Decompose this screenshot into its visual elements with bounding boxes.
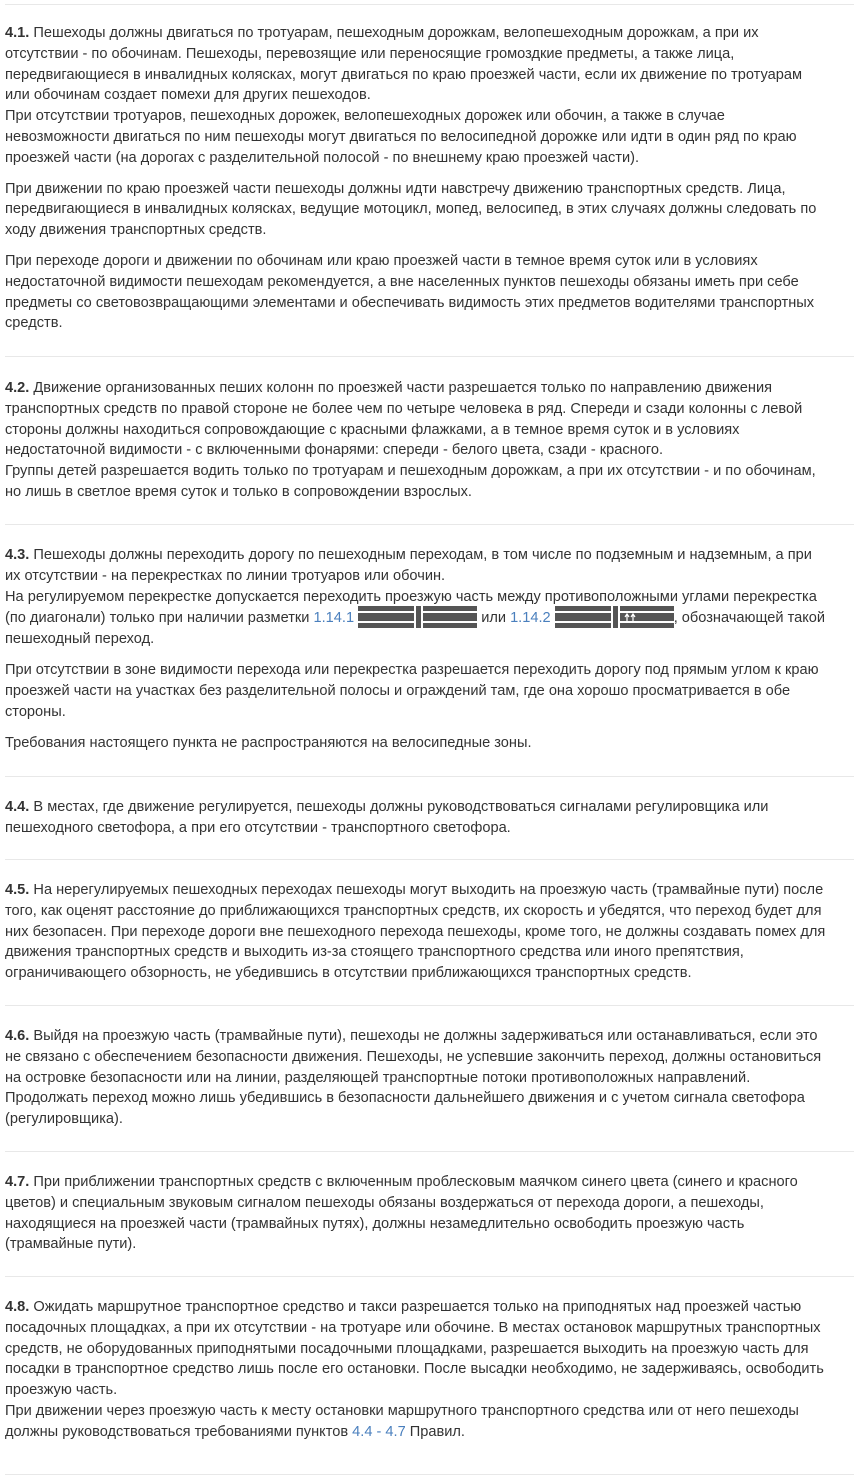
- line: проезжей части на участках без разделите…: [5, 682, 791, 699]
- line: пешеходный переход.: [5, 631, 155, 648]
- road-marking-1-14-2-image: [554, 606, 674, 629]
- line: на островке безопасности или на линии, р…: [5, 1069, 751, 1086]
- line: движения транспортных средств и выходить…: [5, 944, 744, 961]
- line: того, как оценят расстояние до приближаю…: [5, 902, 822, 919]
- line: посадки в транспортное средство лишь пос…: [5, 1361, 824, 1378]
- line: При отсутствии тротуаров, пешеходных дор…: [5, 108, 725, 125]
- section-4-7: 4.7. При приближении транспортных средст…: [5, 1172, 854, 1277]
- section-number: 4.2.: [5, 380, 30, 396]
- line: но лишь в светлое время суток и только в…: [5, 483, 472, 500]
- line: стороны.: [5, 703, 66, 720]
- marking-link-1-14-2[interactable]: 1.14.2: [510, 610, 551, 626]
- section-4-1: 4.1. Пешеходы должны двигаться по тротуа…: [5, 23, 854, 357]
- section-number: 4.8.: [5, 1299, 30, 1315]
- line: их отсутствии - на перекрестках по линии…: [5, 567, 446, 584]
- section-4-8: 4.8. Ожидать маршрутное транспортное сре…: [5, 1297, 854, 1475]
- line: не связано с обеспечением безопасности д…: [5, 1048, 822, 1065]
- paragraph: 4.6. Выйдя на проезжую часть (трамвайные…: [5, 1028, 818, 1044]
- line: проезжую часть.: [5, 1382, 118, 1399]
- line: невозможности двигаться по ним пешеходы …: [5, 128, 797, 145]
- section-4-4: 4.4. В местах, где движение регулируется…: [5, 797, 854, 860]
- line: (регулировщика).: [5, 1111, 123, 1128]
- line: них безопасен. При переходе дороги вне п…: [5, 923, 826, 940]
- top-divider: [5, 4, 854, 5]
- line: пешеходного светофора, а при его отсутст…: [5, 819, 511, 836]
- line: Требования настоящего пункта не распрост…: [5, 734, 532, 751]
- section-number: 4.7.: [5, 1174, 30, 1190]
- section-number: 4.1.: [5, 25, 30, 41]
- section-4-2: 4.2. Движение организованных пеших колон…: [5, 378, 854, 525]
- line: средств.: [5, 315, 63, 332]
- line: недостаточной видимости пешеходам рекоме…: [5, 273, 799, 290]
- line: Группы детей разрешается водить только п…: [5, 463, 816, 480]
- line: предметы со световозвращающими элементам…: [5, 294, 815, 311]
- section-number: 4.5.: [5, 882, 30, 898]
- paragraph: 4.5. На нерегулируемых пешеходных перехо…: [5, 882, 824, 898]
- section-number: 4.3.: [5, 547, 30, 563]
- line: или обочинам создает помехи для других п…: [5, 87, 371, 104]
- line: передвигающиеся в инвалидных колясках, м…: [5, 66, 803, 83]
- line: недостаточной видимости - с включенными …: [5, 442, 664, 459]
- paragraph: 4.1. Пешеходы должны двигаться по тротуа…: [5, 25, 759, 41]
- line: При отсутствии в зоне видимости перехода…: [5, 662, 819, 679]
- paragraph: 4.3. Пешеходы должны переходить дорогу п…: [5, 547, 812, 563]
- line: цветов) и специальным звуковым сигналом …: [5, 1194, 764, 1211]
- line: средств, не оборудованных приподнятыми п…: [5, 1340, 809, 1357]
- line: передвигающиеся в инвалидных колясках, в…: [5, 201, 817, 218]
- line: проезжей части (на дорогах с разделитель…: [5, 149, 640, 166]
- paragraph: 4.2. Движение организованных пеших колон…: [5, 380, 772, 396]
- line: ходу движения транспортных средств.: [5, 222, 267, 239]
- line: ограничивающего обзорность, не убедившис…: [5, 965, 692, 982]
- line: При переходе дороги и движении по обочин…: [5, 252, 758, 269]
- link-line: должны руководствоваться требованиями пу…: [5, 1423, 465, 1440]
- section-number: 4.4.: [5, 799, 30, 815]
- line: На регулируемом перекрестке допускается …: [5, 588, 817, 605]
- section-4-6: 4.6. Выйдя на проезжую часть (трамвайные…: [5, 1026, 854, 1152]
- marking-line: (по диагонали) только при наличии размет…: [5, 606, 854, 629]
- line: находящиеся на проезжей части (трамвайны…: [5, 1215, 745, 1232]
- line: стороны должны находиться сопровождающие…: [5, 421, 740, 438]
- line: При движении по краю проезжей части пеше…: [5, 180, 786, 197]
- rules-link-4-4-4-7[interactable]: 4.4 - 4.7: [352, 1424, 406, 1440]
- paragraph: 4.7. При приближении транспортных средст…: [5, 1174, 798, 1190]
- paragraph: 4.8. Ожидать маршрутное транспортное сре…: [5, 1299, 802, 1315]
- paragraph: 4.4. В местах, где движение регулируется…: [5, 799, 769, 815]
- section-4-3: 4.3. Пешеходы должны переходить дорогу п…: [5, 545, 854, 777]
- line: Продолжать переход можно лишь убедившись…: [5, 1090, 805, 1107]
- section-4-5: 4.5. На нерегулируемых пешеходных перехо…: [5, 880, 854, 1006]
- marking-link-1-14-1[interactable]: 1.14.1: [313, 610, 354, 626]
- line: посадочных площадках, а при их отсутстви…: [5, 1319, 821, 1336]
- section-number: 4.6.: [5, 1028, 30, 1044]
- line: При движении через проезжую часть к мест…: [5, 1402, 799, 1419]
- line: отсутствии - по обочинам. Пешеходы, пере…: [5, 45, 735, 62]
- road-marking-1-14-1-image: [358, 606, 478, 629]
- line: транспортных средств по правой стороне н…: [5, 400, 803, 417]
- line: (трамвайные пути).: [5, 1236, 137, 1253]
